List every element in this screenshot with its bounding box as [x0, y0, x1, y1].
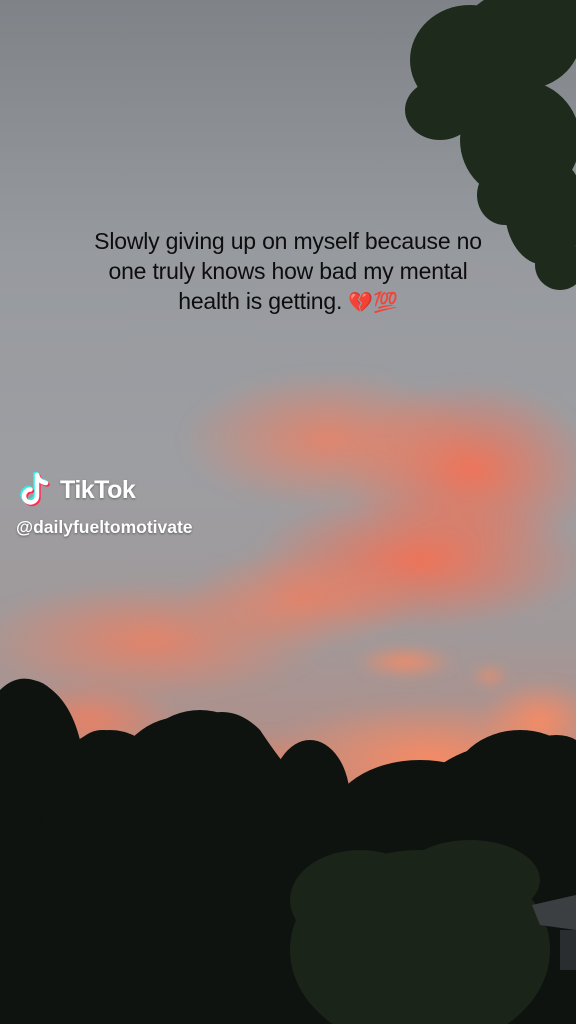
caption-line-2: one truly knows how bad my mental — [108, 258, 468, 284]
tiktok-watermark: TikTok — [18, 472, 136, 508]
sunset-sky-photo — [0, 0, 576, 1024]
tiktok-note-icon — [20, 472, 50, 507]
caption-line-3: health is getting. 💔💯 — [60, 286, 516, 318]
tree-foreground — [290, 840, 550, 1024]
caption-emoji: 💔💯 — [348, 292, 398, 314]
caption-text: Slowly giving up on myself because no on… — [60, 226, 516, 318]
creator-handle: @dailyfueltomotivate — [16, 517, 193, 537]
caption-line-3-text: health is getting. — [178, 288, 343, 314]
tiktok-brand-label: TikTok — [60, 475, 136, 504]
caption-line-1: Slowly giving up on myself because no — [94, 228, 482, 254]
